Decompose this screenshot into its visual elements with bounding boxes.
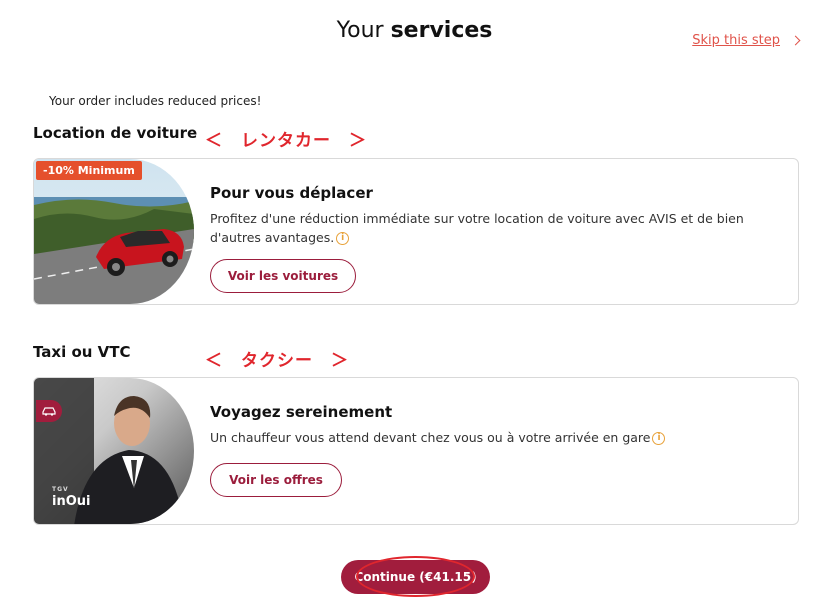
taxi-card: TGV inOui Voyagez sereinement Un chauffeu… <box>33 377 799 525</box>
page-title-bold: services <box>390 18 493 43</box>
car-photo-icon <box>34 159 194 304</box>
inoui-logo-text: inOui <box>52 494 91 509</box>
reduced-prices-notice: Your order includes reduced prices! <box>49 94 262 108</box>
taxi-card-description: Un chauffeur vous attend devant chez vou… <box>210 428 788 447</box>
chevron-right-icon <box>790 35 801 46</box>
skip-step-link[interactable]: Skip this step <box>692 33 801 48</box>
chauffeur-photo: TGV inOui <box>34 378 194 524</box>
inoui-logo: TGV inOui <box>52 484 90 508</box>
page-title-plain: Your <box>336 18 384 43</box>
car-photo <box>34 159 194 304</box>
car-rental-card: -10% Minimum Pour vous déplacer Profitez… <box>33 158 799 305</box>
car-card-heading: Pour vous déplacer <box>210 184 373 202</box>
info-icon[interactable]: i <box>336 232 350 245</box>
view-offers-button[interactable]: Voir les offres <box>210 463 342 497</box>
view-cars-button[interactable]: Voir les voitures <box>210 259 356 293</box>
continue-button[interactable]: Continue (€41.15) <box>341 560 490 594</box>
annotation-taxi: ＜ タクシー ＞ <box>205 351 349 371</box>
info-icon[interactable]: i <box>652 432 666 445</box>
section-title-car-rental: Location de voiture <box>33 124 198 142</box>
annotation-car-rental: ＜ レンタカー ＞ <box>205 131 367 151</box>
taxi-icon <box>36 400 62 422</box>
car-card-description: Profitez d'une réduction immédiate sur v… <box>210 209 788 247</box>
taxi-card-heading: Voyagez sereinement <box>210 403 393 421</box>
car-card-description-text: Profitez d'une réduction immédiate sur v… <box>210 211 744 245</box>
skip-step-label: Skip this step <box>692 33 780 48</box>
taxi-card-description-text: Un chauffeur vous attend devant chez vou… <box>210 430 651 445</box>
section-title-taxi: Taxi ou VTC <box>33 343 131 361</box>
discount-badge: -10% Minimum <box>36 161 142 180</box>
